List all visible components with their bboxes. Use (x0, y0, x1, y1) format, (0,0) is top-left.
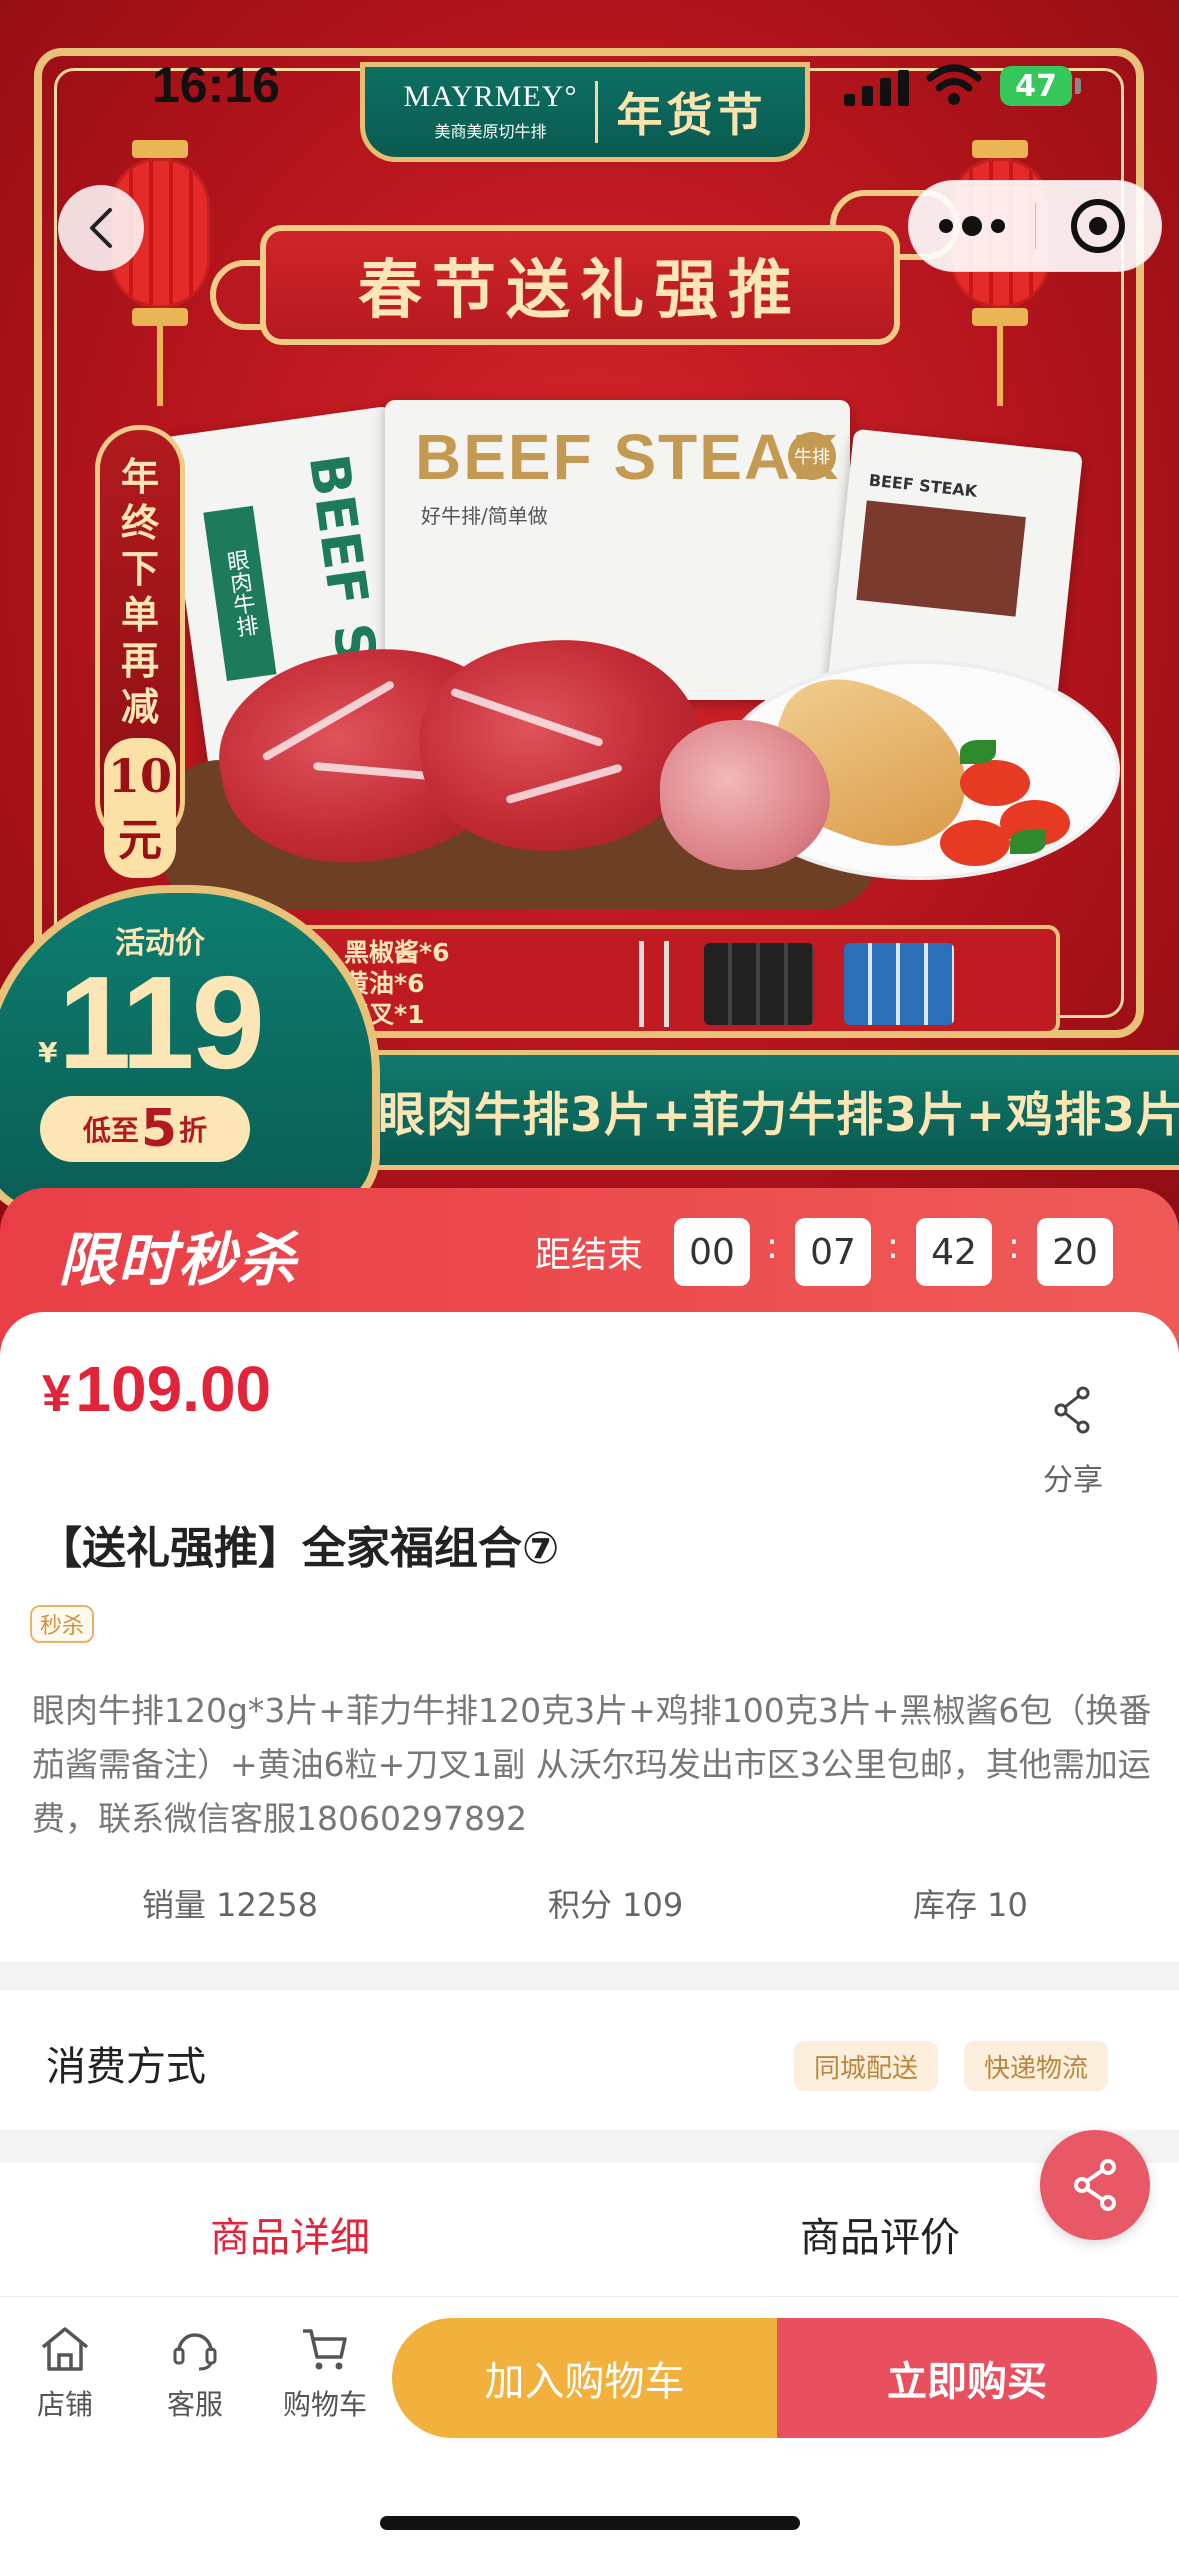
product-description: 眼肉牛排120g*3片+菲力牛排120克3片+鸡排100克3片+黑椒酱6包（换番… (32, 1691, 1152, 1838)
combo-strip: 眼肉牛排3片+菲力牛排3片+鸡排3片 (360, 1050, 1179, 1170)
countdown-separator: : (886, 1226, 900, 1267)
combo-text: 眼肉牛排3片+菲力牛排3片+鸡排3片 (378, 1087, 1179, 1143)
nav-store-label: 店铺 (36, 2388, 93, 2421)
target-icon (1071, 199, 1126, 253)
tab-product-details[interactable]: 商品详细 (210, 2205, 370, 2263)
nav-cart-label: 购物车 (282, 2388, 367, 2421)
close-miniprogram-button[interactable] (1036, 181, 1162, 271)
more-dots-icon (938, 219, 953, 233)
nav-cart[interactable]: 购物车 (270, 2325, 380, 2423)
butter-packs (844, 943, 954, 1025)
add-to-cart-button[interactable]: 加入购物车 (392, 2318, 777, 2438)
price-currency: ¥ (42, 1365, 71, 1423)
status-bar: 16:16 47 (0, 0, 1179, 140)
product-price: ¥ 109.00 (42, 1352, 271, 1426)
banner-headline-text: 春节送礼强推 (358, 253, 802, 328)
package-left-label: 眼肉牛排 (203, 505, 277, 682)
promo-ribbon-amount: 10 元 (104, 738, 176, 878)
nav-customer-service-label: 客服 (166, 2388, 223, 2421)
battery-level: 47 (1015, 68, 1057, 104)
signal-icon (844, 70, 910, 106)
home-indicator (380, 2516, 800, 2530)
more-menu-button[interactable] (909, 181, 1035, 271)
floating-share-button[interactable] (1040, 2130, 1150, 2240)
miniprogram-capsule (908, 180, 1162, 272)
tomato (940, 820, 1010, 866)
wifi-icon (926, 64, 982, 105)
discount-number: 5 (140, 1099, 178, 1159)
battery-nub (1075, 78, 1081, 94)
countdown-label: 距结束 (535, 1235, 644, 1276)
promo-ribbon-text: 年终下单再减 (120, 455, 159, 729)
countdown-separator: : (765, 1226, 779, 1267)
countdown-separator: : (1007, 1226, 1021, 1267)
stock-count: 库存 10 (913, 1886, 1028, 1924)
promo-unit: 元 (118, 815, 162, 866)
countdown-hours: 07 (795, 1218, 871, 1286)
share-icon (1054, 1386, 1090, 1434)
share-icon (1074, 2159, 1116, 2211)
basil-leaf (1010, 830, 1046, 854)
back-button[interactable] (58, 185, 144, 271)
promo-ribbon: 年终下单再减 10 元 (95, 425, 185, 878)
tab-product-reviews[interactable]: 商品评价 (800, 2205, 960, 2263)
package-title: BEEF STEAK (415, 421, 841, 493)
cutlery-icon (639, 941, 669, 1027)
tomato (960, 760, 1030, 806)
contents-item: 黑椒酱*6 (344, 938, 450, 967)
package-right-title: BEEF STEAK (867, 470, 979, 501)
share-button[interactable]: 分享 (1030, 1385, 1116, 1499)
basil-leaf (960, 740, 996, 764)
detail-tabs (0, 2163, 1179, 2303)
share-label: 分享 (1043, 1463, 1103, 1498)
sales-count: 销量 12258 (142, 1886, 318, 1924)
product-stats: 销量 12258 积分 109 库存 10 (0, 1880, 1179, 1930)
activity-price: 119 (58, 949, 265, 1096)
price-value: 109.00 (75, 1353, 272, 1425)
status-time: 16:16 (152, 57, 280, 113)
package-right-label (856, 500, 1026, 617)
pepper-sauce-packs (704, 943, 814, 1025)
customer-service-icon (173, 2333, 217, 2371)
buy-now-button[interactable]: 立即购买 (777, 2318, 1157, 2438)
steak-slice (660, 720, 830, 870)
package-badge: 牛排 (788, 432, 836, 480)
lantern-icon (110, 140, 210, 406)
cart-icon (303, 2329, 347, 2370)
consumption-label: 消费方式 (46, 2044, 206, 2090)
product-title: 【送礼强推】全家福组合⑦ (38, 1523, 560, 1574)
points-value: 积分 109 (548, 1886, 684, 1924)
chevron-left-icon (90, 208, 112, 248)
activity-price-currency: ¥ (38, 1036, 58, 1069)
delivery-tag-local[interactable]: 同城配送 (794, 2041, 939, 2091)
delivery-tag-express[interactable]: 快递物流 (964, 2041, 1109, 2091)
flash-sale-title: 限时秒杀 (58, 1226, 299, 1294)
nav-store[interactable]: 店铺 (10, 2325, 120, 2423)
promo-amount: 10 (107, 749, 172, 803)
nav-customer-service[interactable]: 客服 (140, 2325, 250, 2423)
countdown-seconds: 20 (1037, 1218, 1113, 1286)
discount-badge: 低至 5 折 (40, 1096, 250, 1162)
battery-icon: 47 (1000, 66, 1072, 106)
package-subtitle: 好牛排/简单做 (421, 504, 548, 528)
home-icon (41, 2327, 89, 2371)
banner-headline: 春节送礼强推 (260, 225, 900, 345)
discount-suffix: 折 (179, 1114, 208, 1147)
discount-prefix: 低至 (82, 1114, 139, 1147)
seckill-tag: 秒杀 (30, 1605, 95, 1643)
countdown-minutes: 42 (916, 1218, 992, 1286)
countdown-days: 00 (674, 1218, 750, 1286)
